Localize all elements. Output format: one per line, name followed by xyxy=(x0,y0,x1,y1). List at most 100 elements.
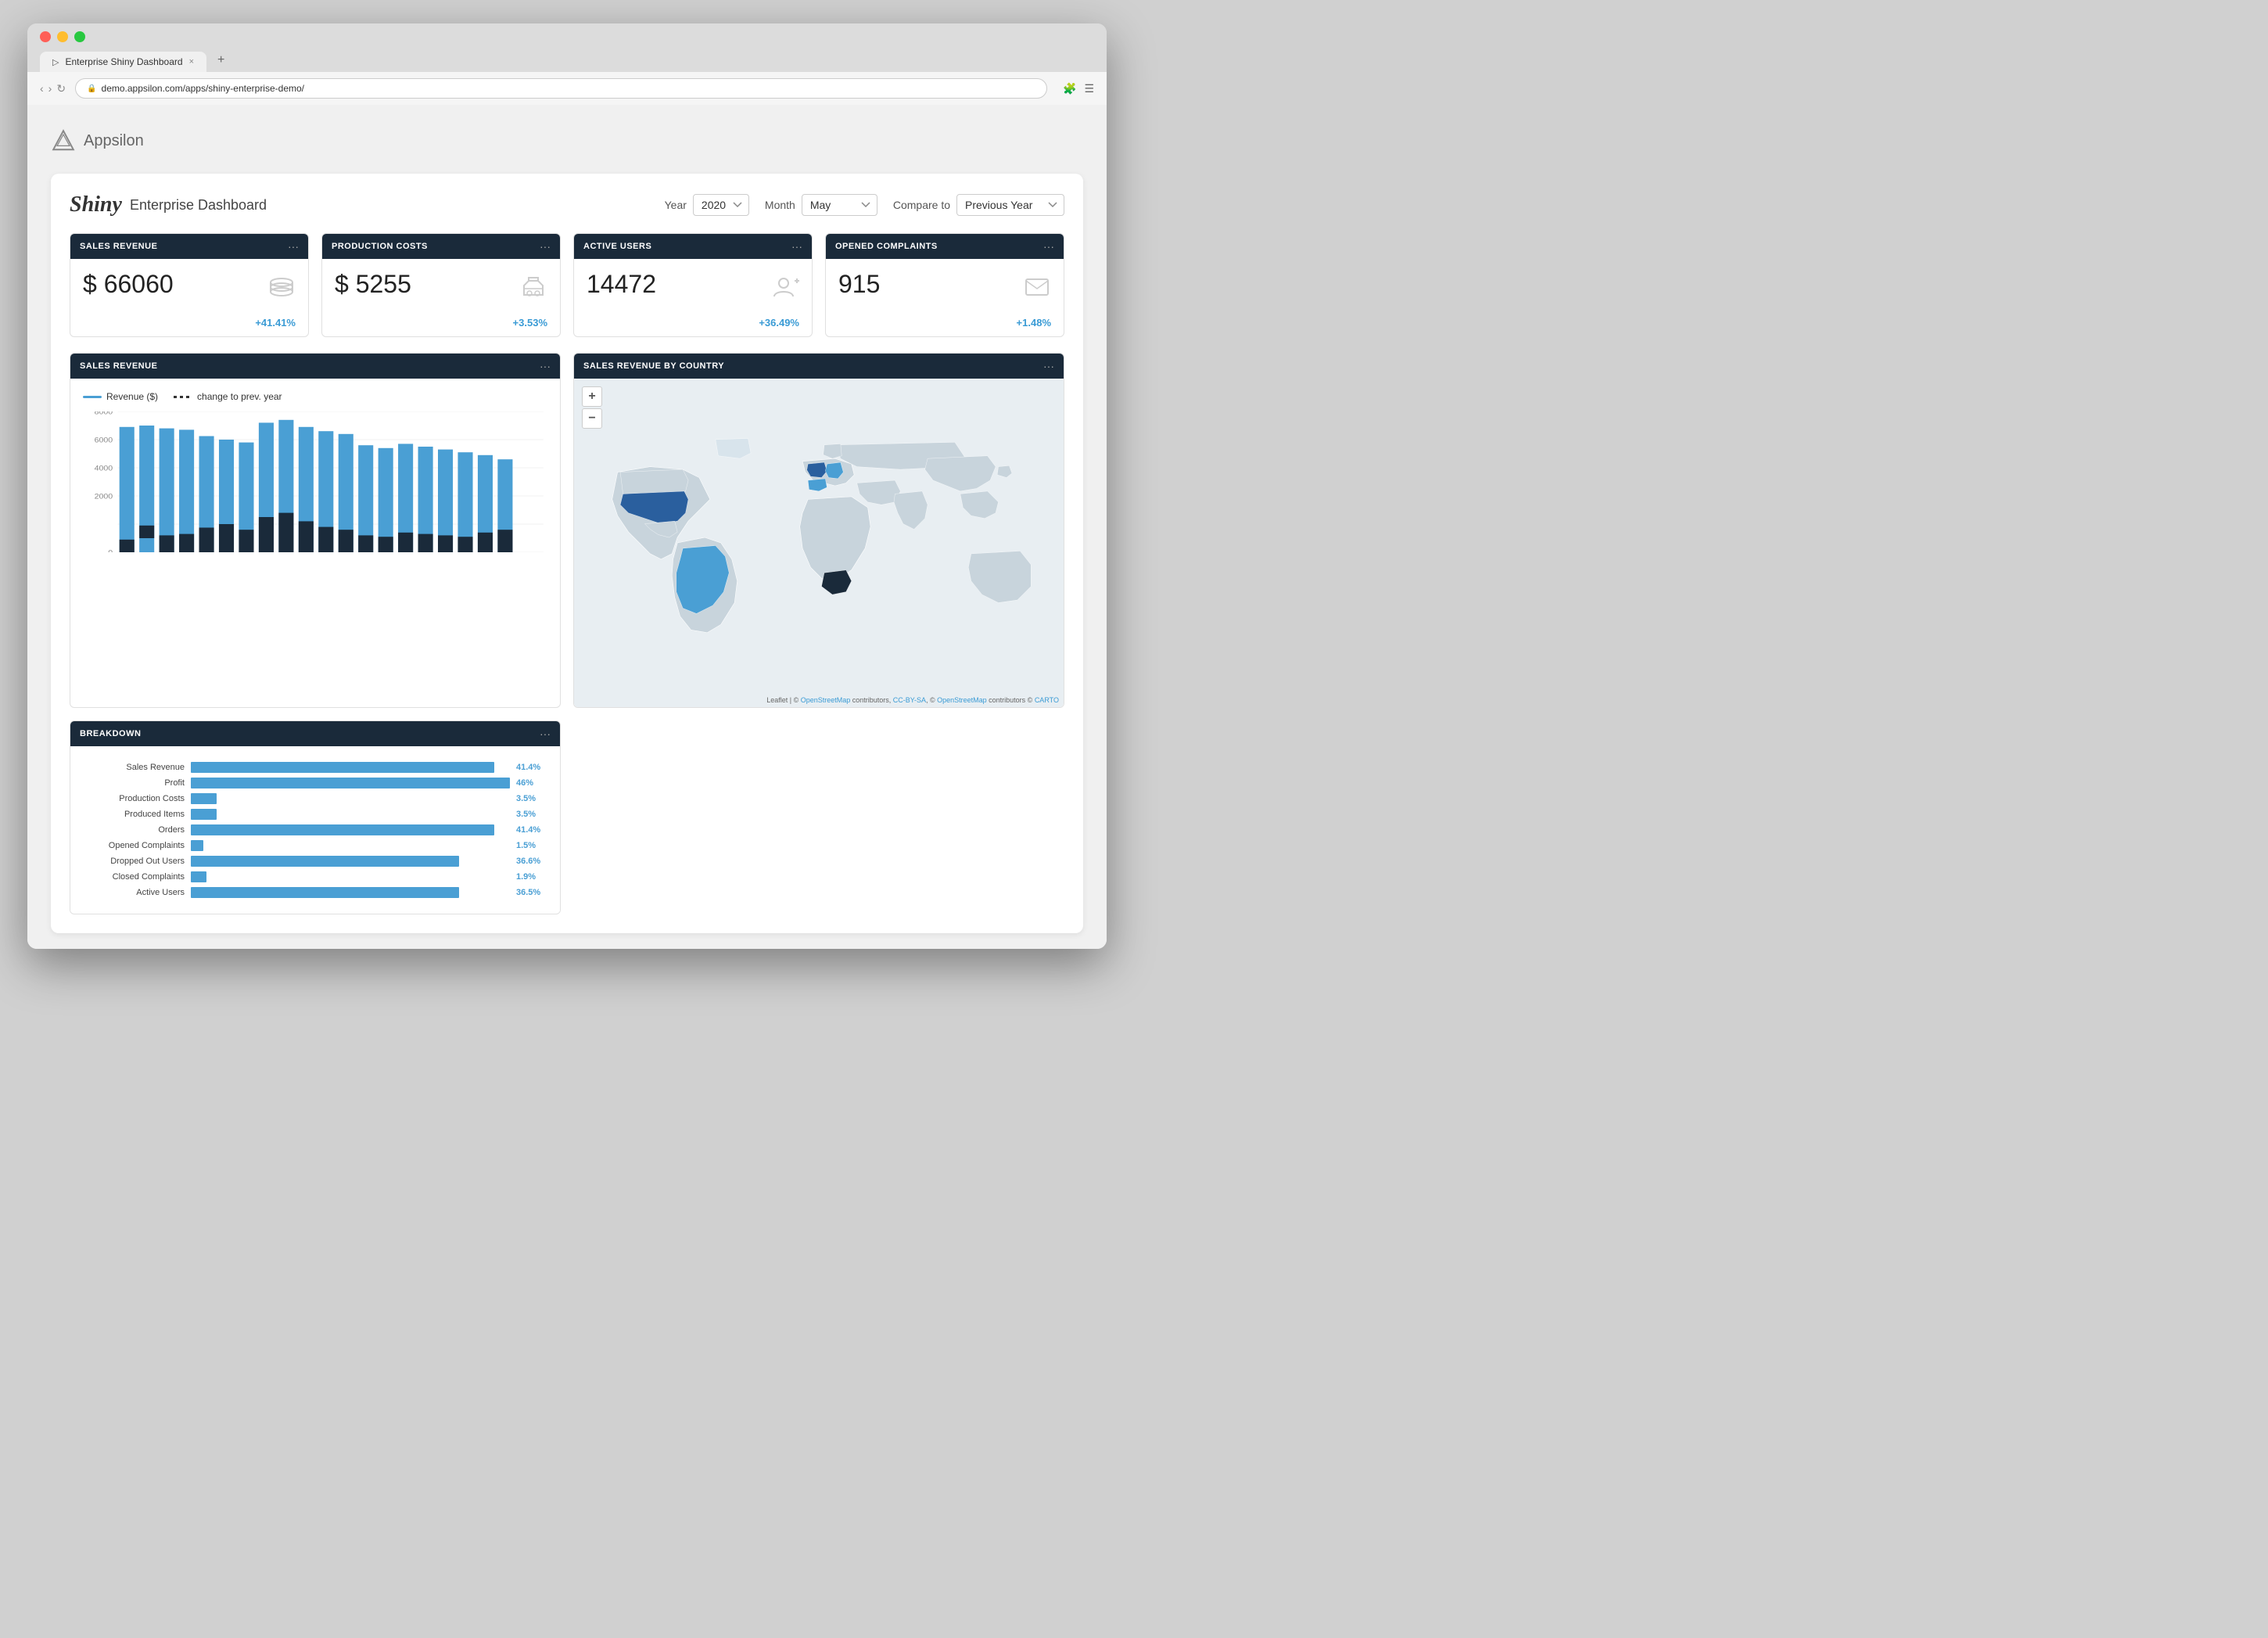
map-chart-header: SALES REVENUE BY COUNTRY ··· xyxy=(574,354,1064,379)
month-label: Month xyxy=(765,199,795,211)
map-zoom-in[interactable]: + xyxy=(582,386,602,407)
breakdown-item-value: 41.4% xyxy=(516,763,547,772)
sales-revenue-chart-menu[interactable]: ··· xyxy=(540,360,551,372)
compare-control: Compare to Previous Year Previous Month xyxy=(893,194,1064,216)
address-bar[interactable]: 🔒 demo.appsilon.com/apps/shiny-enterpris… xyxy=(75,78,1047,99)
tab-close-button[interactable]: × xyxy=(189,57,194,66)
svg-text:6000: 6000 xyxy=(95,436,113,444)
breakdown-item-label: Dropped Out Users xyxy=(83,857,185,866)
breakdown-chart-title: BREAKDOWN xyxy=(80,729,141,738)
map-chart-card: SALES REVENUE BY COUNTRY ··· xyxy=(573,353,1064,708)
breakdown-items: Sales Revenue41.4%Profit46%Production Co… xyxy=(83,759,547,901)
compare-label: Compare to xyxy=(893,199,950,211)
breakdown-item-value: 36.5% xyxy=(516,888,547,897)
kpi-active-users-menu[interactable]: ··· xyxy=(791,240,802,253)
kpi-production-costs-header: PRODUCTION COSTS ··· xyxy=(322,234,560,259)
month-control: Month May January February xyxy=(765,194,877,216)
breakdown-item-label: Sales Revenue xyxy=(83,763,185,772)
back-button[interactable]: ‹ xyxy=(40,82,44,95)
map-controls: + − xyxy=(582,386,602,429)
forward-button[interactable]: › xyxy=(48,82,52,95)
tab-label: Enterprise Shiny Dashboard xyxy=(65,56,182,67)
menu-icon[interactable]: ☰ xyxy=(1084,82,1094,95)
breakdown-bar-container xyxy=(191,793,510,804)
carto-link[interactable]: CARTO xyxy=(1035,696,1059,704)
legend-change: change to prev. year xyxy=(174,391,282,402)
map-chart-menu[interactable]: ··· xyxy=(1043,360,1054,372)
openstreetmap-link-2[interactable]: OpenStreetMap xyxy=(937,696,987,704)
ssl-lock-icon: 🔒 xyxy=(87,84,96,93)
app-logo: Appsilon xyxy=(51,128,144,153)
breakdown-bar xyxy=(191,840,203,851)
bar-chart-area: 8000 6000 4000 2000 0 xyxy=(83,411,547,552)
kpi-active-users-value: 14472 xyxy=(587,270,656,299)
breakdown-item: Sales Revenue 41.4% xyxy=(83,762,547,773)
kpi-opened-complaints-title: OPENED COMPLAINTS xyxy=(835,242,938,251)
kpi-production-costs-menu[interactable]: ··· xyxy=(540,240,551,253)
breakdown-item-label: Production Costs xyxy=(83,794,185,803)
breakdown-bar-container xyxy=(191,856,510,867)
kpi-active-users-title: ACTIVE USERS xyxy=(583,242,651,251)
year-select[interactable]: 2020 2019 2018 xyxy=(693,194,749,216)
breakdown-bar-container xyxy=(191,778,510,788)
kpi-opened-complaints-menu[interactable]: ··· xyxy=(1043,240,1054,253)
kpi-opened-complaints-icon xyxy=(1023,273,1051,307)
legend-revenue-label: Revenue ($) xyxy=(106,391,158,402)
bar-chart-svg: 8000 6000 4000 2000 0 xyxy=(83,411,547,552)
svg-text:8000: 8000 xyxy=(95,411,113,416)
window-minimize-dot[interactable] xyxy=(57,31,68,42)
kpi-sales-revenue-icon xyxy=(267,273,296,307)
appsilon-logo-icon xyxy=(51,128,76,153)
breakdown-bar xyxy=(191,871,206,882)
breakdown-item-value: 36.6% xyxy=(516,857,547,866)
map-chart-body: + − Leaflet | © OpenStreetMap contributo… xyxy=(574,379,1064,707)
kpi-row: SALES REVENUE ··· $ 66060 xyxy=(70,233,1064,337)
svg-text:2000: 2000 xyxy=(95,493,113,501)
breakdown-item-label: Produced Items xyxy=(83,810,185,819)
kpi-active-users-body: 14472 xyxy=(574,259,812,317)
window-maximize-dot[interactable] xyxy=(74,31,85,42)
breakdown-item-label: Profit xyxy=(83,778,185,788)
month-select[interactable]: May January February xyxy=(802,194,877,216)
browser-titlebar: ▷ Enterprise Shiny Dashboard × + xyxy=(27,23,1107,72)
window-close-dot[interactable] xyxy=(40,31,51,42)
openstreetmap-link[interactable]: OpenStreetMap xyxy=(801,696,851,704)
sales-revenue-chart-title: SALES REVENUE xyxy=(80,361,157,371)
kpi-opened-complaints-header: OPENED COMPLAINTS ··· xyxy=(826,234,1064,259)
sales-revenue-chart-body: Revenue ($) change to prev. year xyxy=(70,379,560,565)
map-zoom-out[interactable]: − xyxy=(582,408,602,429)
sales-revenue-chart-header: SALES REVENUE ··· xyxy=(70,354,560,379)
cc-by-sa-link[interactable]: CC-BY-SA xyxy=(893,696,926,704)
map-attribution: Leaflet | © OpenStreetMap contributors, … xyxy=(766,696,1059,704)
compare-select[interactable]: Previous Year Previous Month xyxy=(956,194,1064,216)
kpi-production-costs-body: $ 5255 xyxy=(322,259,560,317)
breakdown-item: Dropped Out Users 36.6% xyxy=(83,856,547,867)
kpi-production-costs-change: +3.53% xyxy=(322,317,560,336)
breakdown-item: Closed Complaints1.9% xyxy=(83,871,547,882)
change-legend-color xyxy=(174,396,192,398)
kpi-active-users-change: +36.49% xyxy=(574,317,812,336)
browser-tab-active[interactable]: ▷ Enterprise Shiny Dashboard × xyxy=(40,52,206,72)
dashboard-brand: Shiny Enterprise Dashboard xyxy=(70,192,267,217)
app-container: Appsilon Shiny Enterprise Dashboard Year… xyxy=(27,105,1107,949)
new-tab-button[interactable]: + xyxy=(210,48,232,72)
legend-revenue: Revenue ($) xyxy=(83,391,158,402)
kpi-sales-revenue-menu[interactable]: ··· xyxy=(288,240,299,253)
reload-button[interactable]: ↻ xyxy=(56,82,66,95)
breakdown-bar xyxy=(191,762,494,773)
map-chart-title: SALES REVENUE BY COUNTRY xyxy=(583,361,724,371)
breakdown-item: Produced Items3.5% xyxy=(83,809,547,820)
kpi-active-users: ACTIVE USERS ··· 14472 xyxy=(573,233,813,337)
kpi-production-costs: PRODUCTION COSTS ··· $ 5255 xyxy=(321,233,561,337)
address-url: demo.appsilon.com/apps/shiny-enterprise-… xyxy=(102,83,304,94)
breakdown-chart-menu[interactable]: ··· xyxy=(540,727,551,740)
breakdown-bar-container xyxy=(191,887,510,898)
year-control: Year 2020 2019 2018 xyxy=(665,194,749,216)
breakdown-bar xyxy=(191,809,217,820)
tab-icon: ▷ xyxy=(52,57,59,67)
browser-addressbar: ‹ › ↻ 🔒 demo.appsilon.com/apps/shiny-ent… xyxy=(27,72,1107,105)
breakdown-item: Orders41.4% xyxy=(83,824,547,835)
kpi-opened-complaints: OPENED COMPLAINTS ··· 915 +1.48% xyxy=(825,233,1064,337)
extensions-icon: 🧩 xyxy=(1063,82,1076,95)
appsilon-brand-name: Appsilon xyxy=(84,132,144,150)
